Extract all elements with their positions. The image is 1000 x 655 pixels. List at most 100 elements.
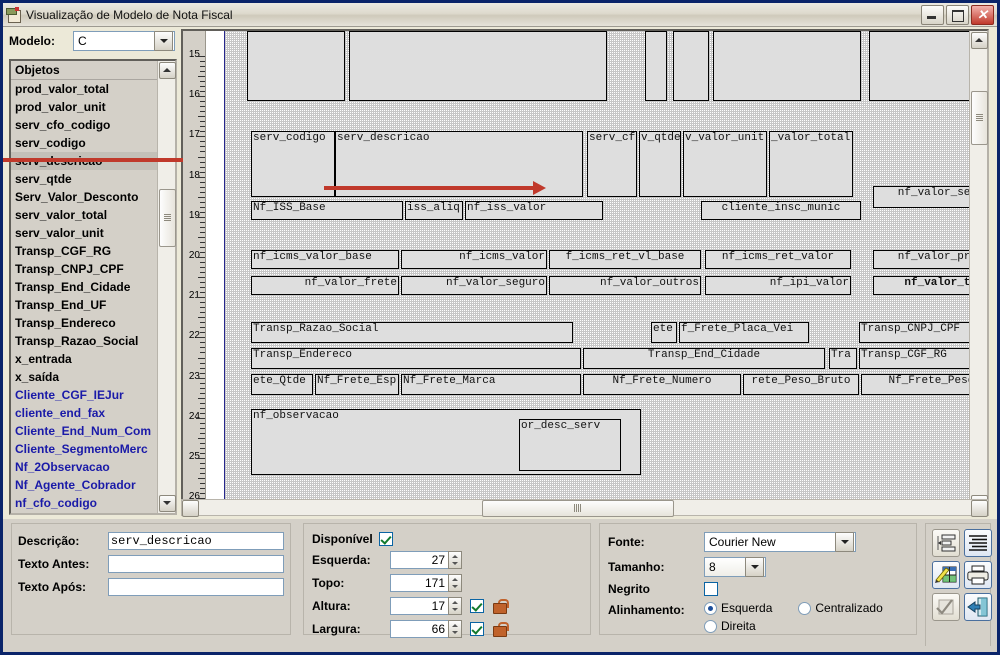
list-item[interactable]: serv_codigo	[11, 134, 157, 152]
list-item[interactable]: serv_valor_unit	[11, 224, 157, 242]
canvas-field-transp_cgf_rg[interactable]: Transp_CGF_RG	[859, 348, 969, 369]
canvas-field-serv_qtde[interactable]: v_qtde	[639, 131, 681, 197]
canvas-header-box[interactable]	[713, 31, 861, 101]
canvas-field-nf_valor_total[interactable]: nf_valor_tot	[873, 276, 969, 295]
canvas-field-transp_cnpj_cpf[interactable]: Transp_CNPJ_CPF	[859, 322, 969, 343]
canvas-hscroll-thumb[interactable]	[482, 500, 674, 517]
canvas-field-transp_end_cidade[interactable]: Transp_End_Cidade	[583, 348, 825, 369]
chevron-down-icon[interactable]	[835, 532, 854, 552]
align-centralizado-radio[interactable]	[798, 601, 812, 615]
list-item[interactable]: serv_cfo_codigo	[11, 116, 157, 134]
align-direita-radio[interactable]	[704, 619, 717, 633]
objects-list[interactable]: Objetos prod_valor_total prod_valor_unit s…	[11, 61, 157, 513]
topo-input[interactable]: 171	[390, 574, 448, 592]
exit-button[interactable]	[964, 593, 992, 621]
canvas-scroll-up-button[interactable]	[971, 32, 988, 49]
descricao-input[interactable]: serv_descricao	[107, 532, 284, 550]
maximize-button[interactable]	[946, 5, 969, 25]
canvas-field-transp_frete_ete[interactable]: ete	[651, 322, 677, 343]
scroll-down-button[interactable]	[159, 495, 176, 512]
canvas-header-box[interactable]	[869, 31, 969, 101]
canvas-field-nf_frete_numero[interactable]: Nf_Frete_Numero	[583, 374, 741, 395]
texto-antes-input[interactable]	[107, 555, 284, 573]
canvas-field-nf_iss_aliq[interactable]: iss_aliq	[405, 201, 463, 220]
canvas-field-nf_iss_valor[interactable]: nf_iss_valor	[465, 201, 603, 220]
chevron-down-icon[interactable]	[745, 557, 764, 577]
canvas-field-serv_cfo[interactable]: serv_cfo	[587, 131, 637, 197]
list-item[interactable]: Transp_End_Cidade	[11, 278, 157, 296]
canvas-field-nf_valor_seguro[interactable]: nf_valor_seguro	[401, 276, 547, 295]
canvas-field-nf_icms_valor_base[interactable]: nf_icms_valor_base	[251, 250, 399, 269]
list-item[interactable]: x_entrada	[11, 350, 157, 368]
canvas-field-nf_icms_ret_vl_base[interactable]: f_icms_ret_vl_base	[549, 250, 701, 269]
esquerda-input[interactable]: 27	[390, 551, 448, 569]
negrito-checkbox[interactable]	[704, 582, 718, 596]
canvas-field-serv_codigo[interactable]: serv_codigo	[251, 131, 335, 197]
modelo-select[interactable]: C	[73, 31, 175, 51]
list-item[interactable]: serv_valor_total	[11, 206, 157, 224]
canvas-field-transp_endereco[interactable]: Transp_Endereco	[251, 348, 581, 369]
canvas-scroll-thumb[interactable]	[971, 91, 988, 145]
tamanho-select[interactable]: 8	[704, 557, 766, 577]
canvas-field-nf_valor_frete[interactable]: nf_valor_frete	[251, 276, 399, 295]
list-item[interactable]: Transp_End_UF	[11, 296, 157, 314]
canvas-field-nf_valor_produtos[interactable]: nf_valor_produ	[873, 250, 969, 269]
canvas-header-box[interactable]	[349, 31, 607, 101]
altura-checkbox[interactable]	[470, 599, 484, 613]
list-item[interactable]: Cliente_SegmentoMerc	[11, 440, 157, 458]
canvas-viewport[interactable]: serv_codigo serv_descricao serv_cfo v_qtde v…	[206, 31, 969, 513]
canvas-header-box[interactable]	[673, 31, 709, 101]
altura-stepper[interactable]: 17	[390, 597, 462, 615]
align-fields-button[interactable]	[932, 529, 960, 557]
edit-table-button[interactable]	[932, 561, 960, 589]
largura-stepper[interactable]: 66	[390, 620, 462, 638]
canvas-horizontal-scrollbar[interactable]	[181, 499, 989, 517]
canvas-field-valor_desc_serv[interactable]: or_desc_serv	[519, 419, 621, 471]
list-item[interactable]: Cliente_CGF_IEJur	[11, 386, 157, 404]
largura-checkbox[interactable]	[470, 622, 484, 636]
list-item[interactable]: cliente_end_fax	[11, 404, 157, 422]
report-page[interactable]: serv_codigo serv_descricao serv_cfo v_qtde v…	[224, 31, 969, 499]
canvas-field-transp_razao_social[interactable]: Transp_Razao_Social	[251, 322, 573, 343]
fonte-select[interactable]: Courier New	[704, 532, 856, 552]
list-item[interactable]: nf_cfo_codigo	[11, 494, 157, 512]
altura-unlocked-lock-icon[interactable]	[492, 598, 509, 614]
canvas-vertical-scrollbar[interactable]	[969, 31, 988, 513]
canvas-field-nf_ipi_valor[interactable]: nf_ipi_valor	[705, 276, 851, 295]
canvas-header-box[interactable]	[247, 31, 345, 101]
paragraph-button[interactable]	[964, 529, 992, 557]
list-item[interactable]: x_saída	[11, 368, 157, 386]
largura-unlocked-lock-icon[interactable]	[492, 621, 509, 637]
close-button[interactable]: ✕	[971, 5, 994, 25]
largura-spin-buttons[interactable]	[448, 620, 462, 638]
topo-spin-buttons[interactable]	[448, 574, 462, 592]
altura-input[interactable]: 17	[390, 597, 448, 615]
canvas-scroll-right-button[interactable]	[971, 500, 988, 517]
chevron-down-icon[interactable]	[154, 31, 173, 51]
print-button[interactable]	[964, 561, 992, 589]
minimize-button[interactable]	[921, 5, 944, 25]
scroll-thumb[interactable]	[159, 189, 176, 247]
canvas-field-cliente_insc_munic[interactable]: cliente_insc_munic	[701, 201, 861, 220]
canvas-field-serv_valor_total[interactable]: _valor_total	[769, 131, 853, 197]
list-item[interactable]: Serv_Valor_Desconto	[11, 188, 157, 206]
canvas-field-nf_frete_marca[interactable]: Nf_Frete_Marca	[401, 374, 581, 395]
scroll-up-button[interactable]	[159, 62, 176, 79]
canvas-field-nf_iss_base[interactable]: Nf_ISS_Base	[251, 201, 403, 220]
objects-list-scrollbar[interactable]	[157, 61, 176, 513]
canvas-field-nf_icms_valor[interactable]: nf_icms_valor	[401, 250, 547, 269]
list-item[interactable]: Transp_Endereco	[11, 314, 157, 332]
list-item[interactable]: Transp_CGF_RG	[11, 242, 157, 260]
canvas-scroll-left-button[interactable]	[182, 500, 199, 517]
canvas-field-serv_valor_unit[interactable]: v_valor_unit	[683, 131, 767, 197]
esquerda-spin-buttons[interactable]	[448, 551, 462, 569]
list-item[interactable]: prod_valor_total	[11, 80, 157, 98]
canvas-field-nf_frete_especie[interactable]: Nf_Frete_Esp	[315, 374, 399, 395]
list-item[interactable]: Nf_2Observacao	[11, 458, 157, 476]
list-item[interactable]: serv_qtde	[11, 170, 157, 188]
canvas-field-transp_end_uf[interactable]: Tra	[829, 348, 857, 369]
largura-input[interactable]: 66	[390, 620, 448, 638]
canvas-field-nf_valor_servicos[interactable]: nf_valor_servi	[873, 186, 969, 208]
canvas-header-box[interactable]	[645, 31, 667, 101]
canvas-field-nf_frete_qtde[interactable]: ete_Qtde	[251, 374, 313, 395]
